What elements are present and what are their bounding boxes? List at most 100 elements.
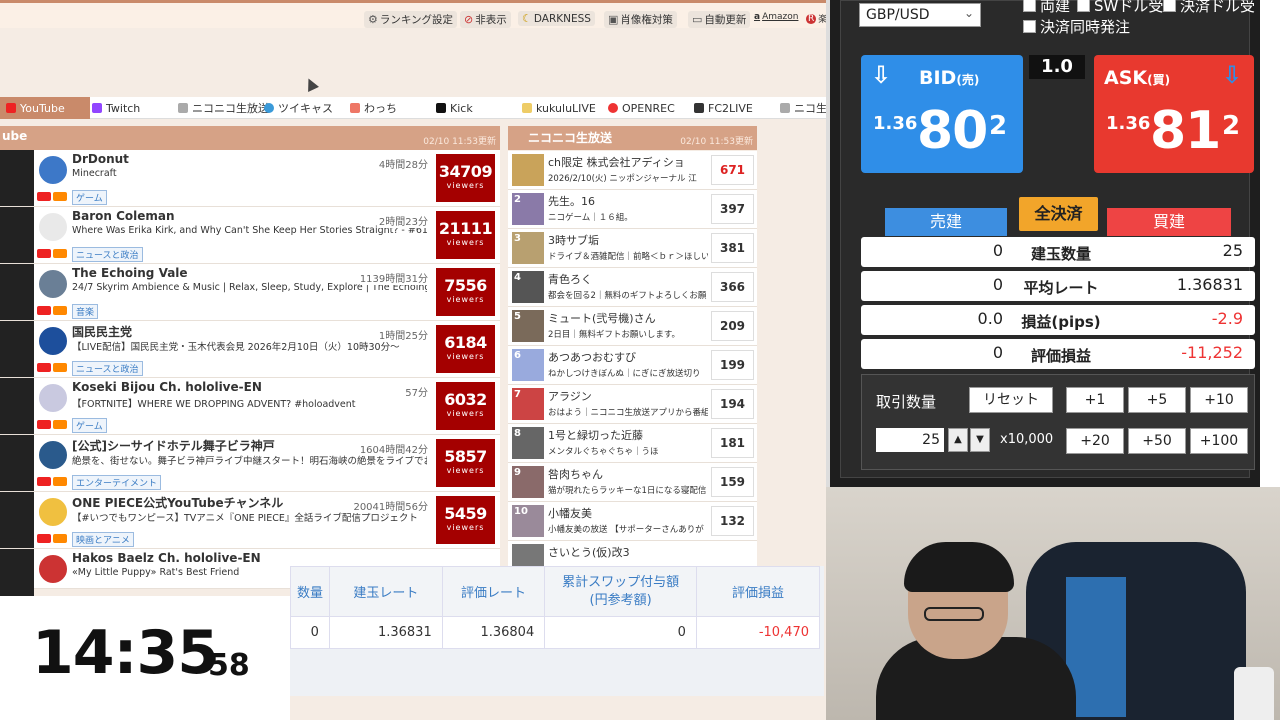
category-badge[interactable]: ゲーム — [72, 418, 107, 433]
tab-kick[interactable]: Kick — [436, 97, 473, 119]
avatar — [37, 325, 69, 357]
wacchi-icon — [350, 103, 360, 113]
clock-overlay: 14:35 58 — [0, 596, 290, 720]
ask-price-prefix: 1.36 — [1106, 113, 1151, 134]
ask-price-pips: 81 — [1150, 101, 1221, 161]
tab-youtube[interactable]: YouTube — [0, 97, 90, 119]
tab-niconico[interactable]: ニコニコ生放送 — [178, 97, 269, 119]
viewer-count: 6184 viewers — [436, 325, 495, 373]
category-badge[interactable]: エンターテイメント — [72, 475, 162, 490]
buy-open-button[interactable]: 買建 — [1107, 208, 1231, 236]
tab-twitcasting[interactable]: ツイキャス — [264, 97, 333, 119]
ranking-settings-button[interactable]: ⚙ ランキング設定 — [364, 11, 458, 28]
list-item[interactable]: ch限定 株式会社アディショ 2026/2/10(火) ニッポンジャーナル 江 67… — [508, 151, 757, 190]
youtube-icon — [37, 249, 51, 258]
stat-left-value: 0 — [992, 343, 1003, 362]
hide-button[interactable]: ⊘ 非表示 — [460, 11, 511, 28]
category-badge[interactable]: 映画とアニメ — [72, 532, 134, 547]
list-item[interactable]: 5 ミュート(弐号機)さん 2日目｜無料ギフトお願いします。 209 — [508, 307, 757, 346]
qty-plus20-button[interactable]: +20 — [1066, 428, 1124, 454]
quantity-input[interactable]: 25 — [876, 428, 944, 452]
qty-plus5-button[interactable]: +5 — [1128, 387, 1186, 413]
elapsed-time: 1時間25分 — [378, 327, 428, 342]
viewer-count: 5459 viewers — [436, 496, 495, 544]
thumbnail: 5 — [512, 310, 544, 342]
list-item[interactable]: 8 1号と緑切った近藤 メンタルぐちゃぐちゃ｜うほ 181 — [508, 424, 757, 463]
tab-wacchi[interactable]: わっち — [350, 97, 397, 119]
list-item[interactable]: The Echoing Vale 24/7 Skyrim Ambience & M… — [0, 264, 500, 321]
stat-right-value: -11,252 — [1181, 343, 1243, 362]
decrement-icon[interactable]: ▼ — [970, 428, 990, 452]
settle-simultaneous-checkbox[interactable]: 決済同時発注 — [1023, 16, 1130, 37]
gear-icon: ⚙ — [368, 13, 378, 26]
list-item[interactable]: 10 小幡友美 小幡友美の放送 【サポーターさんありが 132 — [508, 502, 757, 541]
tab-openrec[interactable]: OPENREC — [608, 97, 675, 119]
ask-button[interactable]: ASK(買) ⇩ 1.36 81 2 — [1094, 55, 1254, 173]
list-item[interactable]: Baron Coleman Where Was Erika Kirk, and W… — [0, 207, 500, 264]
qty-plus1-button[interactable]: +1 — [1066, 387, 1124, 413]
qty-cell: 0 — [290, 616, 330, 649]
bid-price-fraction: 2 — [989, 111, 1008, 141]
column-title: ube — [2, 129, 28, 143]
close-all-button[interactable]: 全決済 — [1019, 197, 1098, 231]
category-badge[interactable]: ゲーム — [72, 190, 107, 205]
list-item[interactable]: 2 先生。16 ニコゲーム｜１６組。 397 — [508, 190, 757, 229]
settle-receive-checkbox[interactable]: 決済ドル受 — [1163, 0, 1255, 16]
sell-open-button[interactable]: 売建 — [885, 208, 1007, 236]
tab-fc2live[interactable]: FC2LIVE — [694, 97, 753, 119]
broadcast-description: 2日目｜無料ギフトお願いします。 — [548, 330, 681, 340]
quantity-multiplier: x10,000 — [1000, 432, 1054, 447]
auto-update-button[interactable]: ▭ 自動更新 — [688, 11, 751, 28]
stat-left-value: 0.0 — [977, 309, 1003, 328]
sw-receive-checkbox[interactable]: SWドル受 — [1077, 0, 1163, 16]
tag-icon — [53, 192, 67, 201]
avatar — [37, 211, 69, 243]
currency-pair-select[interactable]: GBP/USD ⌄ — [859, 3, 981, 27]
reset-button[interactable]: リセット — [969, 387, 1053, 413]
list-item[interactable]: 9 咎肉ちゃん 猫が現れたらラッキーな1日になる寝配信 159 — [508, 463, 757, 502]
tag-icon — [53, 477, 67, 486]
list-item[interactable]: 6 あつあつおむすび ねかしつけきぼんぬ｜にぎにぎ放送切り 199 — [508, 346, 757, 385]
tab-twitch[interactable]: Twitch — [92, 97, 140, 119]
list-item[interactable]: 3 3時サブ垢 ドライブ＆酒雑配信｜前略＜ｂｒ＞ほしい 381 — [508, 229, 757, 268]
category-badge[interactable]: 音楽 — [72, 304, 99, 319]
positions-table: 数量 建玉レート 評価レート 累計スワップ付与額 (円参考額) 評価損益 0 1.… — [290, 566, 821, 649]
thumbnail: 7 — [512, 388, 544, 420]
qty-plus10-button[interactable]: +10 — [1190, 387, 1248, 413]
col-eval-rate: 評価レート — [441, 566, 546, 617]
pl-cell: -10,470 — [695, 616, 821, 649]
broadcaster-name: 青色ろく — [548, 273, 592, 286]
list-item[interactable]: [公式]シーサイドホテル舞子ビラ神戸 絶景を、街せない。舞子ビラ神戸ライブ中継スタ… — [0, 435, 500, 492]
list-item[interactable]: 国民民主党 【LIVE配信】国民民主党・玉木代表会見 2026年2月10日（火）1… — [0, 321, 500, 378]
portrait-rights-button[interactable]: ▣ 肖像権対策 — [604, 11, 677, 28]
thumbnail — [0, 321, 34, 377]
qty-plus50-button[interactable]: +50 — [1128, 428, 1186, 454]
hedge-checkbox[interactable]: 両建 — [1023, 0, 1070, 16]
tab-kukulu[interactable]: kukuluLIVE — [522, 97, 596, 119]
list-item[interactable]: ONE PIECE公式YouTubeチャンネル 【#いつでもワンピース】TVアニメ… — [0, 492, 500, 549]
amazon-link[interactable]: a Amazon — [750, 11, 802, 23]
list-item[interactable]: Koseki Bijou Ch. hololive-EN 【FORTNITE】WH… — [0, 378, 500, 435]
category-badge[interactable]: ニュースと政治 — [72, 247, 143, 262]
stat-row: 0.0 損益(pips) -2.9 — [861, 305, 1255, 335]
kick-icon — [436, 103, 446, 113]
thumbnail: 8 — [512, 427, 544, 459]
increment-icon[interactable]: ▲ — [948, 428, 968, 452]
youtube-icon — [6, 103, 16, 113]
darkness-button[interactable]: ☾ DARKNESS — [518, 11, 595, 26]
youtube-icon — [37, 306, 51, 315]
list-item[interactable]: 7 アラジン おはよう｜ニコニコ生放送アプリから番組 194 — [508, 385, 757, 424]
channel-name: Hakos Baelz Ch. hololive-EN — [72, 551, 261, 565]
channel-name: DrDonut — [72, 152, 129, 166]
category-badge[interactable]: ニュースと政治 — [72, 361, 143, 376]
qty-plus100-button[interactable]: +100 — [1190, 428, 1248, 454]
list-item[interactable]: 4 青色ろく 都会を回る2｜無料のギフトよろしくお願 366 — [508, 268, 757, 307]
ask-label: ASK(買) — [1104, 67, 1171, 89]
stat-label: 平均レート — [1023, 279, 1099, 297]
thumbnail — [0, 435, 34, 491]
bid-button[interactable]: ⇩ BID(売) 1.36 80 2 — [861, 55, 1023, 173]
stat-row: 0 平均レート 1.36831 — [861, 271, 1255, 301]
table-row[interactable]: 0 1.36831 1.36804 0 -10,470 — [290, 616, 821, 649]
youtube-icon — [37, 477, 51, 486]
list-item[interactable]: DrDonut Minecraft 4時間28分 ゲーム 34709 viewers — [0, 150, 500, 207]
